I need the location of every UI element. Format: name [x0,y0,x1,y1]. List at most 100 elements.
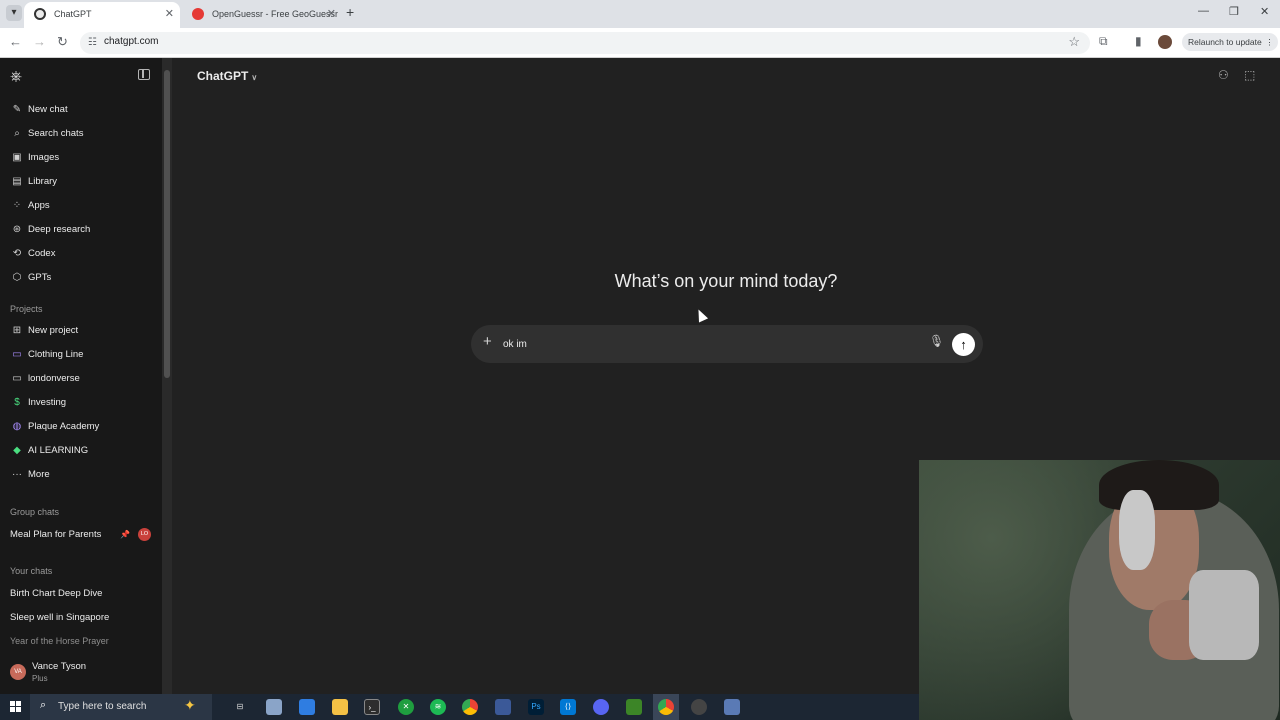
sidebar-item-londonverse[interactable]: ▭ londonverse [10,370,80,388]
minecraft-icon[interactable] [626,699,642,715]
browser-tab-bar: ▾ ChatGPT ✕ OpenGuessr - Free GeoGuessr … [0,0,1280,28]
profile-avatar[interactable] [1158,35,1172,49]
back-icon[interactable]: ← [9,34,22,49]
codex-icon: ⟲ [12,248,22,259]
scrollbar-thumb[interactable] [164,70,170,378]
restore-window-icon[interactable]: ❐ [1229,5,1239,18]
sidebar-item-label: Clothing Line [28,349,84,360]
app-icon[interactable] [495,699,511,715]
forward-icon[interactable]: → [33,34,46,49]
library-icon: ▤ [12,176,22,187]
sidebar-item-label: GPTs [28,272,52,283]
group-chat-item[interactable]: Meal Plan for Parents [10,529,101,540]
tab-search-menu-icon[interactable]: ▾ [6,5,22,21]
headline: What’s on your mind today? [614,271,838,291]
file-explorer-icon[interactable] [332,699,348,715]
windows-start-icon[interactable] [10,701,22,713]
chrome-icon[interactable] [658,699,674,715]
sidebar-item-label: Plaque Academy [28,421,100,432]
sidebar-item-plaque-academy[interactable]: ◍ Plaque Academy [10,418,100,436]
sidebar-item-apps[interactable]: ⁘ Apps [10,197,50,215]
openai-logo-icon[interactable]: ⎈ [10,68,22,85]
chrome-icon[interactable] [462,699,478,715]
sidebar-item-label: New chat [28,104,68,115]
url-text: chatgpt.com [104,36,159,47]
app-icon[interactable] [299,699,315,715]
sidebar-item-deep-research[interactable]: ⊛ Deep research [10,221,91,239]
more-icon: ··· [12,469,22,480]
model-selector[interactable]: ChatGPT ∨ [197,69,257,83]
extensions-icon[interactable]: ⧉ [1099,34,1108,49]
sidebar-item-label: More [28,469,50,480]
terminal-icon[interactable]: ›_ [364,699,380,715]
sidebar-item-label: Investing [28,397,67,408]
minimize-window-icon[interactable]: — [1198,5,1209,17]
sidebar-item-label: Apps [28,200,50,211]
app-icon[interactable] [691,699,707,715]
sidebar-item-images[interactable]: ▣ Images [10,149,59,167]
your-chats-heading: Your chats [10,566,53,576]
tab-label: ChatGPT [54,9,92,19]
prompt-input[interactable] [503,335,923,353]
sidebar-item-ai-learning[interactable]: ◆ AI LEARNING [10,442,88,460]
microphone-icon[interactable]: 🎙 [929,334,944,348]
webcam-hair [1099,460,1219,510]
sidebar-item-codex[interactable]: ⟲ Codex [10,245,56,263]
projects-heading: Projects [10,304,43,314]
share-user-icon[interactable]: ⚇ [1218,68,1229,82]
vscode-icon[interactable]: ⟨⟩ [560,699,576,715]
image-icon: ▣ [12,152,22,163]
browser-toolbar: ← → ↻ ☷ chatgpt.com ☆ ⧉ ▮ [0,28,1280,58]
sidebar-item-new-chat[interactable]: ✎ New chat [10,101,68,119]
composer: + 🎙 ↑ [471,325,983,363]
edit-icon: ✎ [12,104,22,115]
pin-icon[interactable]: 📌 [120,530,130,539]
tab-chatgpt[interactable]: ChatGPT ✕ [24,2,180,28]
search-highlight-icon: ✦ [184,697,196,713]
sidebar: ⎈ ✎ New chat ⌕ Search chats ▣ Images ▤ Libra… [0,58,172,694]
add-attachment-icon[interactable]: + [483,333,492,350]
tab-openguessr[interactable]: OpenGuessr - Free GeoGuessr ✕ [182,2,342,28]
close-window-icon[interactable]: ✕ [1260,5,1269,18]
sidebar-item-investing[interactable]: $ Investing [10,394,66,412]
webcam-overlay [919,460,1280,720]
user-avatar[interactable]: VA [10,664,26,680]
reload-icon[interactable]: ↻ [57,34,68,50]
new-tab-button[interactable]: + [346,4,354,20]
sidebar-toggle-icon[interactable] [138,69,150,80]
send-button[interactable]: ↑ [952,333,975,356]
close-tab-icon[interactable]: ✕ [165,2,174,26]
app-icon[interactable] [266,699,282,715]
sidebar-item-library[interactable]: ▤ Library [10,173,57,191]
sidebar-item-clothing-line[interactable]: ▭ Clothing Line [10,346,83,364]
calculator-icon[interactable] [724,699,740,715]
sidebar-item-more[interactable]: ··· More [10,466,50,484]
site-info-icon[interactable]: ☷ [88,37,100,49]
xbox-icon[interactable]: ✕ [398,699,414,715]
photoshop-icon[interactable]: Ps [528,699,544,715]
chat-item[interactable]: Birth Chart Deep Dive [10,588,102,599]
relaunch-label: Relaunch to update [1188,37,1262,47]
task-view-icon[interactable]: ⊟ [232,699,248,715]
chat-item[interactable]: Sleep well in Singapore [10,612,109,623]
sidebar-item-gpts[interactable]: ⬡ GPTs [10,269,52,287]
address-bar[interactable]: ☷ chatgpt.com ☆ [80,32,1090,54]
discord-icon[interactable] [593,699,609,715]
webcam-headphone [1119,490,1155,570]
taskbar-search[interactable]: ⌕ Type here to search ✦ [30,694,212,720]
close-tab-icon[interactable]: ✕ [327,2,336,26]
apps-icon: ⁘ [12,200,22,211]
sidebar-item-search-chats[interactable]: ⌕ Search chats [10,125,83,143]
chatgpt-favicon-icon [34,8,46,20]
sidebar-scrollbar[interactable] [162,58,172,694]
temporary-chat-icon[interactable]: ⬚ [1244,68,1255,82]
relaunch-to-update-button[interactable]: Relaunch to update ⋮ [1182,33,1278,51]
bookmark-star-icon[interactable]: ☆ [1068,34,1080,50]
sidebar-item-new-project[interactable]: ⊞ New project [10,322,78,340]
chat-item[interactable]: Year of the Horse Prayer [10,636,109,646]
side-panel-icon[interactable]: ▮ [1135,34,1142,48]
user-name[interactable]: Vance Tyson [32,661,86,672]
spotify-icon[interactable]: ≋ [430,699,446,715]
chevron-down-icon: ∨ [251,73,258,82]
graduation-icon: ◆ [13,445,21,456]
